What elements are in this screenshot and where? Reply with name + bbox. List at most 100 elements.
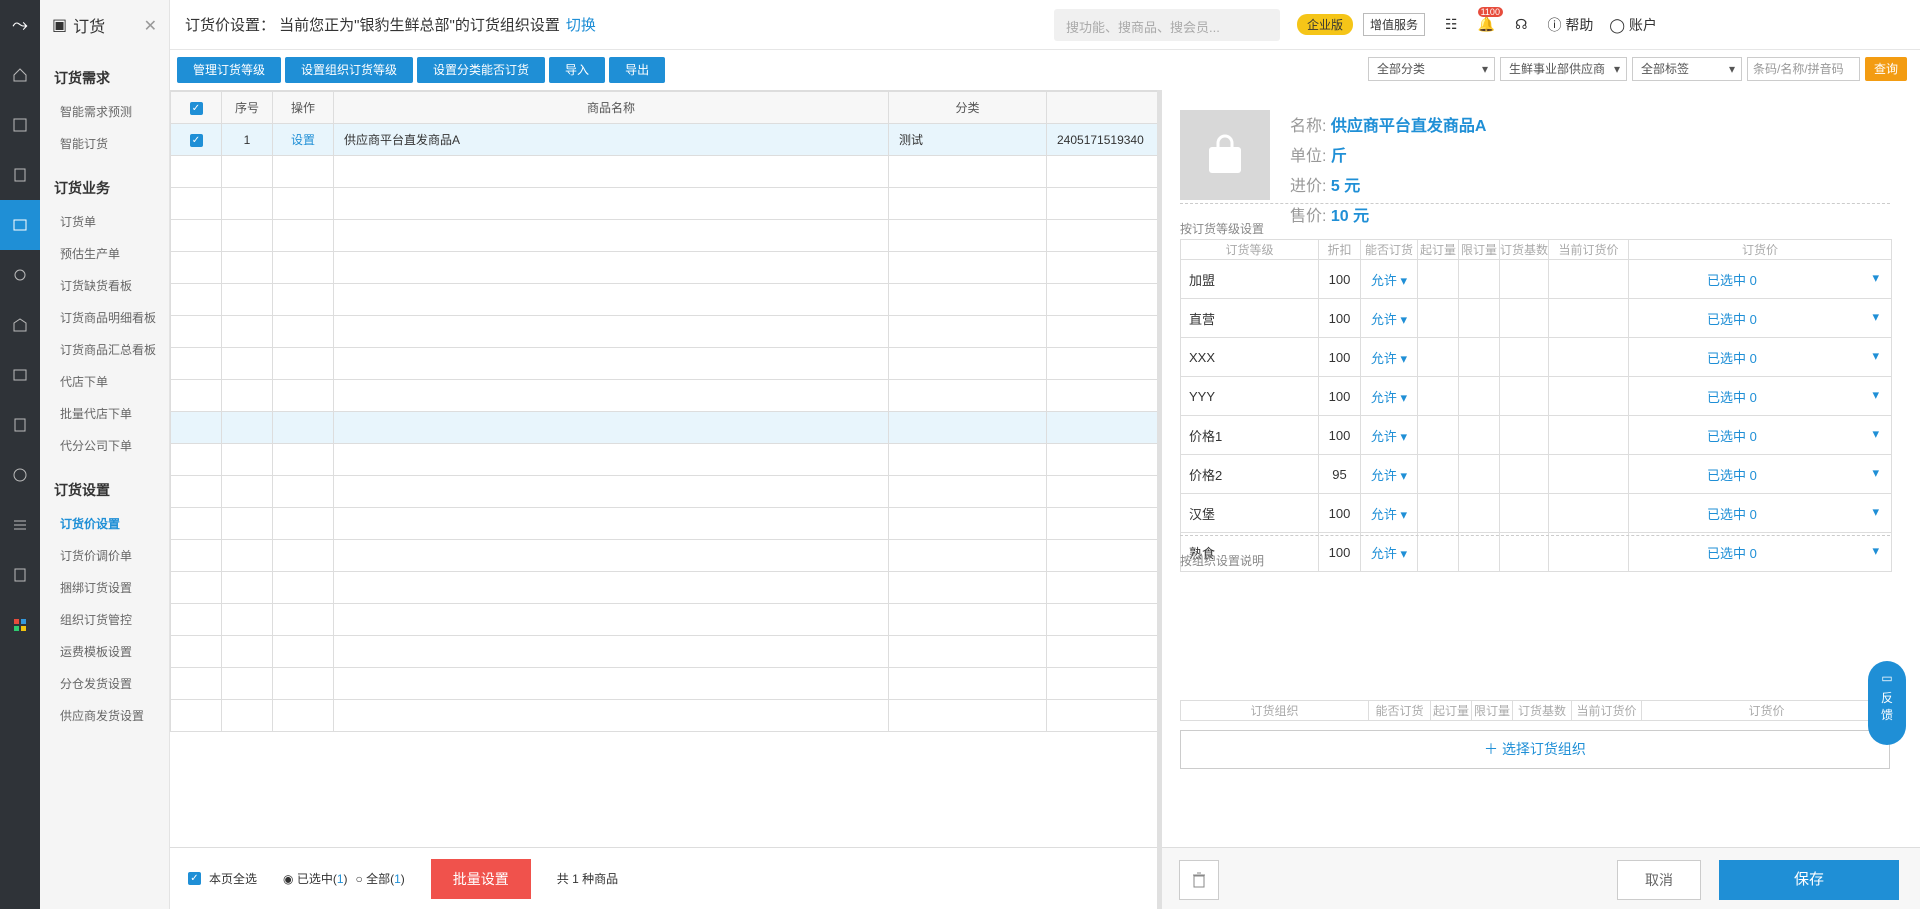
sidebar-item[interactable]: 订货价设置 bbox=[40, 508, 169, 540]
handshake-icon[interactable] bbox=[0, 250, 40, 300]
sidebar-item[interactable]: 预估生产单 bbox=[40, 238, 169, 270]
level-empty-cell[interactable] bbox=[1548, 493, 1629, 533]
level-discount[interactable]: 95 bbox=[1318, 454, 1361, 494]
table-row[interactable] bbox=[170, 699, 1157, 732]
price-dropdown[interactable]: 已选中 0 ▾ bbox=[1628, 337, 1892, 377]
level-empty-cell[interactable] bbox=[1499, 415, 1549, 455]
sidebar-item[interactable]: 批量代店下单 bbox=[40, 398, 169, 430]
sidebar-item[interactable]: 订货商品明细看板 bbox=[40, 302, 169, 334]
allow-dropdown[interactable]: 允许 ▾ bbox=[1360, 376, 1418, 416]
level-empty-cell[interactable] bbox=[1417, 454, 1459, 494]
clipboard-icon[interactable] bbox=[0, 550, 40, 600]
table-row[interactable] bbox=[170, 411, 1157, 444]
level-empty-cell[interactable] bbox=[1458, 454, 1500, 494]
table-row[interactable] bbox=[170, 635, 1157, 668]
table-row[interactable] bbox=[170, 539, 1157, 572]
table-row[interactable] bbox=[170, 315, 1157, 348]
level-empty-cell[interactable] bbox=[1499, 532, 1549, 572]
level-discount[interactable]: 100 bbox=[1318, 532, 1361, 572]
sidebar-item[interactable]: 组织订货管控 bbox=[40, 604, 169, 636]
selected-radio[interactable]: ◉ 已选中(1) bbox=[283, 870, 348, 887]
toolbar-button[interactable]: 设置组织订货等级 bbox=[285, 57, 414, 83]
sidebar-item[interactable]: 订货价调价单 bbox=[40, 540, 169, 572]
select-org-button[interactable]: ＋ 选择订货组织 bbox=[1180, 730, 1890, 769]
table-row[interactable] bbox=[170, 379, 1157, 412]
sidebar-item[interactable]: 智能订货 bbox=[40, 128, 169, 160]
level-empty-cell[interactable] bbox=[1548, 532, 1629, 572]
home-icon[interactable] bbox=[0, 50, 40, 100]
toolbar-button[interactable]: 管理订货等级 bbox=[177, 57, 282, 83]
level-empty-cell[interactable] bbox=[1417, 532, 1459, 572]
level-empty-cell[interactable] bbox=[1499, 259, 1549, 299]
switch-link[interactable]: 切换 bbox=[566, 17, 596, 34]
headset-icon[interactable]: ☊ bbox=[1515, 16, 1527, 33]
save-button[interactable]: 保存 bbox=[1719, 860, 1899, 900]
row-action-link[interactable]: 设置 bbox=[272, 123, 334, 156]
table-row[interactable] bbox=[170, 507, 1157, 540]
sidebar-item[interactable]: 分仓发货设置 bbox=[40, 668, 169, 700]
cancel-button[interactable]: 取消 bbox=[1617, 860, 1701, 900]
toolbar-button[interactable]: 设置分类能否订货 bbox=[417, 57, 546, 83]
level-discount[interactable]: 100 bbox=[1318, 259, 1361, 299]
allow-dropdown[interactable]: 允许 ▾ bbox=[1360, 493, 1418, 533]
sidebar-item[interactable]: 运费模板设置 bbox=[40, 636, 169, 668]
sidebar-item[interactable]: 订货商品汇总看板 bbox=[40, 334, 169, 366]
supplier-select[interactable]: 生鲜事业部供应商 bbox=[1500, 57, 1627, 81]
level-empty-cell[interactable] bbox=[1458, 532, 1500, 572]
level-empty-cell[interactable] bbox=[1548, 454, 1629, 494]
table-row[interactable] bbox=[170, 187, 1157, 220]
level-discount[interactable]: 100 bbox=[1318, 298, 1361, 338]
level-empty-cell[interactable] bbox=[1417, 337, 1459, 377]
level-empty-cell[interactable] bbox=[1417, 259, 1459, 299]
level-empty-cell[interactable] bbox=[1417, 298, 1459, 338]
level-empty-cell[interactable] bbox=[1458, 337, 1500, 377]
screen-icon[interactable] bbox=[0, 100, 40, 150]
table-row[interactable] bbox=[170, 571, 1157, 604]
tasks-icon[interactable]: ☷ bbox=[1445, 16, 1458, 33]
feedback-button[interactable]: ▭ 反馈 bbox=[1868, 661, 1906, 745]
level-empty-cell[interactable] bbox=[1458, 415, 1500, 455]
select-page-checkbox[interactable]: ✓ bbox=[188, 872, 201, 885]
level-empty-cell[interactable] bbox=[1458, 493, 1500, 533]
allow-dropdown[interactable]: 允许 ▾ bbox=[1360, 454, 1418, 494]
allow-dropdown[interactable]: 允许 ▾ bbox=[1360, 337, 1418, 377]
sidebar-item[interactable]: 订货缺货看板 bbox=[40, 270, 169, 302]
select-all-checkbox[interactable]: ✓ bbox=[170, 91, 222, 124]
checklist-icon[interactable] bbox=[0, 150, 40, 200]
sidebar-item[interactable]: 供应商发货设置 bbox=[40, 700, 169, 732]
level-empty-cell[interactable] bbox=[1458, 259, 1500, 299]
allow-dropdown[interactable]: 允许 ▾ bbox=[1360, 415, 1418, 455]
level-discount[interactable]: 100 bbox=[1318, 415, 1361, 455]
help-button[interactable]: ⓘ 帮助 bbox=[1547, 15, 1593, 35]
price-dropdown[interactable]: 已选中 0 ▾ bbox=[1628, 532, 1892, 572]
delete-icon[interactable] bbox=[1179, 860, 1219, 900]
chart-icon[interactable] bbox=[0, 450, 40, 500]
close-icon[interactable]: ✕ bbox=[144, 16, 157, 36]
table-row[interactable]: ✓ 1 设置 供应商平台直发商品A 测试 2405171519340 bbox=[170, 123, 1157, 156]
settings-icon[interactable] bbox=[0, 500, 40, 550]
level-empty-cell[interactable] bbox=[1499, 493, 1549, 533]
enterprise-badge[interactable]: 企业版 bbox=[1297, 14, 1354, 35]
price-dropdown[interactable]: 已选中 0 ▾ bbox=[1628, 259, 1892, 299]
sidebar-item[interactable]: 代分公司下单 bbox=[40, 430, 169, 462]
price-dropdown[interactable]: 已选中 0 ▾ bbox=[1628, 454, 1892, 494]
allow-dropdown[interactable]: 允许 ▾ bbox=[1360, 298, 1418, 338]
table-row[interactable] bbox=[170, 475, 1157, 508]
level-discount[interactable]: 100 bbox=[1318, 337, 1361, 377]
toolbar-button[interactable]: 导入 bbox=[549, 57, 606, 83]
table-row[interactable] bbox=[170, 443, 1157, 476]
notification-icon[interactable]: 🔔 1100 bbox=[1477, 7, 1503, 33]
query-button[interactable]: 查询 bbox=[1865, 57, 1908, 81]
level-discount[interactable]: 100 bbox=[1318, 376, 1361, 416]
sidebar-item[interactable]: 代店下单 bbox=[40, 366, 169, 398]
warehouse-icon[interactable] bbox=[0, 300, 40, 350]
level-empty-cell[interactable] bbox=[1499, 454, 1549, 494]
table-row[interactable] bbox=[170, 603, 1157, 636]
price-dropdown[interactable]: 已选中 0 ▾ bbox=[1628, 298, 1892, 338]
price-dropdown[interactable]: 已选中 0 ▾ bbox=[1628, 376, 1892, 416]
sidebar-item[interactable]: 捆绑订货设置 bbox=[40, 572, 169, 604]
level-empty-cell[interactable] bbox=[1548, 298, 1629, 338]
apps-icon[interactable] bbox=[0, 600, 40, 650]
tag-select[interactable]: 全部标签 bbox=[1632, 57, 1742, 81]
level-empty-cell[interactable] bbox=[1417, 493, 1459, 533]
